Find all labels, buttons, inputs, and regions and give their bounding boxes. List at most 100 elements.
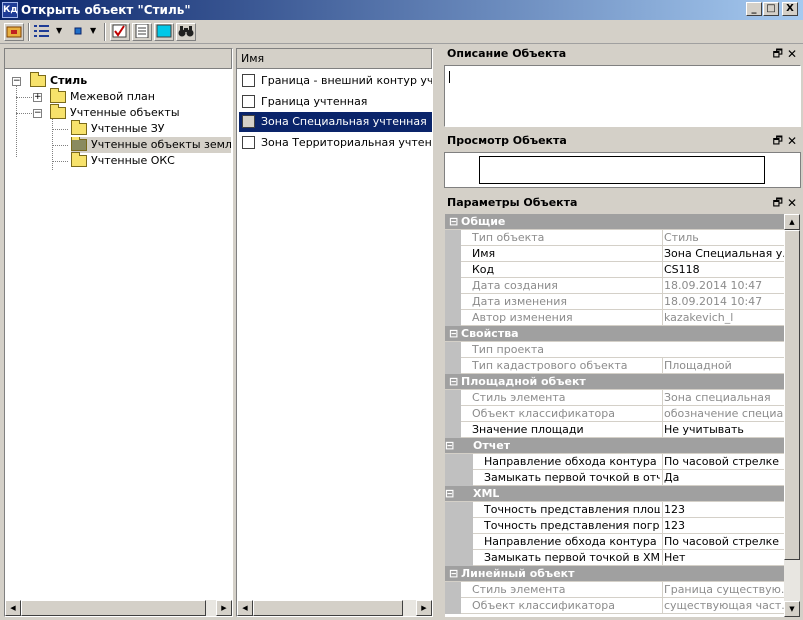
scroll-left-icon[interactable]: ◀ [5,600,21,616]
property-subcategory[interactable]: ⊟ Отчет [445,438,784,454]
collapse-toggle-icon[interactable]: ⊟ [449,374,458,390]
tree-header [5,49,232,69]
tree-panel[interactable]: − Стиль + Межевой план − Учтенные объект… [4,48,233,617]
property-row[interactable]: Автор изменения kazakevich_l [445,310,784,326]
property-value[interactable]: Не учитывать [662,422,784,438]
property-grid[interactable]: ⊟ Общие Тип объекта Стиль Имя Зона Специальна… [445,214,784,617]
property-row[interactable]: Точность представления площ... 123 [445,502,784,518]
scroll-left-icon[interactable]: ◀ [237,600,253,616]
list-horizontal-scrollbar[interactable]: ◀ ▶ [237,600,432,616]
tree-item-registered-land-objects[interactable]: Учтенные объекты землеу [71,137,231,153]
property-category[interactable]: ⊟ Площадной объект [445,374,784,390]
binoculars-icon[interactable] [176,23,196,41]
property-row[interactable]: Направление обхода контура По часовой стр… [445,534,784,550]
close-button[interactable]: X [782,2,798,16]
list-panel[interactable]: Имя Граница - внешний контур учтенн Гран… [236,48,433,617]
property-row[interactable]: Точность представления погре... 123 [445,518,784,534]
row-gutter [445,582,461,598]
property-value[interactable]: Нет [662,550,784,566]
property-category[interactable]: ⊟ Общие [445,214,784,230]
property-value[interactable]: Зона Специальная у... [662,246,784,262]
folder-icon [71,137,87,151]
scroll-right-icon[interactable]: ▶ [216,600,232,616]
property-category[interactable]: ⊟ Свойства [445,326,784,342]
tree-horizontal-scrollbar[interactable]: ◀ ▶ [5,600,232,616]
scroll-thumb[interactable] [21,600,206,616]
property-row[interactable]: Замыкать первой точкой в XML Нет [445,550,784,566]
list-item[interactable]: Граница учтенная [239,92,432,112]
checkbox[interactable] [242,74,255,87]
tree-item-style[interactable]: Стиль [30,72,87,89]
scroll-thumb[interactable] [253,600,403,616]
float-window-icon[interactable]: 🗗 [773,131,783,151]
scroll-right-icon[interactable]: ▶ [416,600,432,616]
collapse-toggle-icon[interactable]: − [12,77,21,86]
list-item[interactable]: Зона Территориальная учтенная [239,133,432,153]
close-icon[interactable]: ✕ [787,193,797,213]
property-row[interactable]: Дата изменения 18.09.2014 10:47 [445,294,784,310]
property-grid-vertical-scrollbar[interactable]: ▲ ▼ [784,214,800,617]
scroll-down-icon[interactable]: ▼ [784,601,800,617]
preview-icon[interactable] [154,23,174,41]
property-subcategory[interactable]: ⊟ XML [445,486,784,502]
scroll-up-icon[interactable]: ▲ [784,214,800,230]
tree-item-registered-zu[interactable]: Учтенные ЗУ [71,120,164,137]
property-row[interactable]: Тип проекта [445,342,784,358]
window-title: Открыть объект "Стиль" [21,3,191,17]
property-row[interactable]: Тип объекта Стиль [445,230,784,246]
checkmark-icon[interactable] [110,23,130,41]
minimize-button[interactable]: _ [746,2,762,16]
property-value: существующая част... [662,598,784,614]
property-value[interactable]: CS118 [662,262,784,278]
tree-item-registered-objects[interactable]: Учтенные объекты [50,104,180,121]
row-gutter [445,278,461,294]
property-value: Площадной [662,358,784,374]
collapse-toggle-icon[interactable]: ⊟ [449,326,458,342]
property-row[interactable]: Объект классификатора обозначение специа.… [445,406,784,422]
property-row[interactable]: Стиль элемента Граница существую... [445,582,784,598]
property-name: Замыкать первой точкой в XML [484,551,660,564]
document-icon[interactable] [132,23,152,41]
column-header-name[interactable]: Имя [237,49,432,69]
property-row[interactable]: Значение площади Не учитывать [445,422,784,438]
tree-item-boundary-plan[interactable]: Межевой план [50,88,155,105]
chevron-down-icon[interactable]: ▼ [56,26,62,35]
list-item[interactable]: Зона Специальная учтенная [239,112,432,132]
float-window-icon[interactable]: 🗗 [773,193,783,213]
property-row[interactable]: Стиль элемента Зона специальная [445,390,784,406]
property-row[interactable]: Замыкать первой точкой в отч... Да [445,470,784,486]
description-textarea[interactable] [444,65,801,127]
collapse-toggle-icon[interactable]: ⊟ [445,487,454,500]
maximize-button[interactable]: □ [763,2,779,16]
property-row[interactable]: Направление обхода контура По часовой стр… [445,454,784,470]
collapse-toggle-icon[interactable]: ⊟ [449,214,458,230]
list-item[interactable]: Граница - внешний контур учтенн [239,71,432,91]
checkbox[interactable] [242,115,255,128]
collapse-toggle-icon[interactable]: ⊟ [449,566,458,582]
expand-toggle-icon[interactable]: + [33,93,42,102]
checkbox[interactable] [242,136,255,149]
open-folder-icon[interactable] [4,23,24,41]
property-row[interactable]: Объект классификатора существующая част..… [445,598,784,614]
close-icon[interactable]: ✕ [787,131,797,151]
property-row[interactable]: Дата создания 18.09.2014 10:47 [445,278,784,294]
close-icon[interactable]: ✕ [787,44,797,64]
float-window-icon[interactable]: 🗗 [773,44,783,64]
property-category[interactable]: ⊟ Линейный объект [445,566,784,582]
property-value[interactable]: 123 [662,518,784,534]
property-value[interactable]: По часовой стрелке [662,454,784,470]
chevron-down-icon[interactable]: ▼ [90,26,96,35]
tree-item-registered-oks[interactable]: Учтенные ОКС [71,152,175,169]
small-icons-icon[interactable] [68,23,88,41]
collapse-toggle-icon[interactable]: ⊟ [445,439,454,452]
collapse-toggle-icon[interactable]: − [33,109,42,118]
property-row[interactable]: Код CS118 [445,262,784,278]
property-value[interactable]: 123 [662,502,784,518]
view-options-icon[interactable] [32,23,52,41]
property-row[interactable]: Имя Зона Специальная у... [445,246,784,262]
property-value[interactable]: По часовой стрелке [662,534,784,550]
checkbox[interactable] [242,95,255,108]
property-value[interactable]: Да [662,470,784,486]
property-row[interactable]: Тип кадастрового объекта Площадной [445,358,784,374]
scroll-thumb[interactable] [784,230,800,560]
